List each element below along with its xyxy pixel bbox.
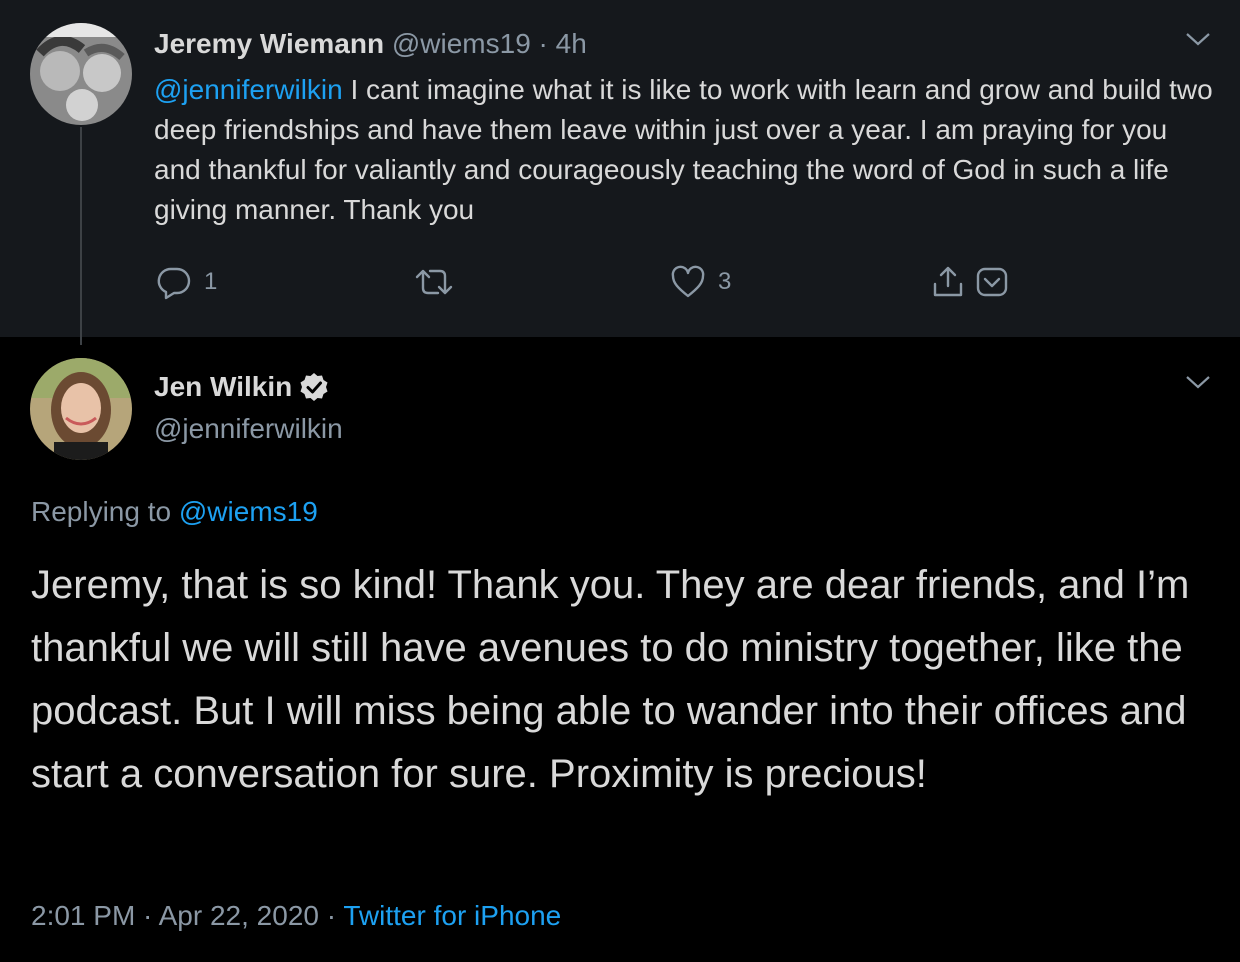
parent-author-name[interactable]: Jeremy Wiemann xyxy=(154,28,384,59)
main-more-chevron[interactable] xyxy=(1184,373,1212,391)
share-icon xyxy=(933,266,963,297)
verified-badge-icon xyxy=(300,373,328,401)
parent-more-chevron[interactable] xyxy=(1184,30,1212,48)
chevron-down-icon xyxy=(1186,376,1210,389)
like-count: 3 xyxy=(718,268,732,295)
bookmark-icon xyxy=(976,267,1008,297)
parent-tweet-text: @jenniferwilkin I cant imagine what it i… xyxy=(154,70,1214,230)
parent-tweet-header: Jeremy Wiemann @wiems19 · 4h xyxy=(154,26,587,62)
parent-tweet-time[interactable]: 4h xyxy=(556,28,587,59)
tweet-meta: 2:01 PM · Apr 22, 2020 · Twitter for iPh… xyxy=(31,898,561,934)
tweet-date[interactable]: Apr 22, 2020 xyxy=(159,900,319,931)
meta-separator: · xyxy=(135,900,159,931)
parent-tweet-actions: 1 3 xyxy=(0,262,1240,302)
replying-prefix: Replying to xyxy=(31,496,179,527)
reply-count: 1 xyxy=(204,268,218,295)
thread-connector-line xyxy=(80,127,82,345)
like-button[interactable]: 3 xyxy=(670,262,731,302)
replying-handle-link[interactable]: @wiems19 xyxy=(179,496,318,527)
main-tweet-text: Jeremy, that is so kind! Thank you. They… xyxy=(31,563,1190,796)
replying-to: Replying to @wiems19 xyxy=(31,494,318,530)
share-button[interactable] xyxy=(930,262,966,302)
like-icon xyxy=(671,265,705,298)
retweet-button[interactable] xyxy=(414,262,454,302)
mention-link[interactable]: @jenniferwilkin xyxy=(154,74,343,105)
header-separator: · xyxy=(538,28,548,59)
tweet-source-link[interactable]: Twitter for iPhone xyxy=(343,900,561,931)
reply-button[interactable]: 1 xyxy=(156,262,217,302)
chevron-down-icon xyxy=(1186,33,1210,46)
avatar-jen-wilkin[interactable] xyxy=(30,358,132,460)
avatar-jeremy-wiemann[interactable] xyxy=(30,23,132,125)
tweet-time[interactable]: 2:01 PM xyxy=(31,900,135,931)
main-author-handle[interactable]: @jenniferwilkin xyxy=(154,411,343,447)
bookmark-button[interactable] xyxy=(974,262,1010,302)
retweet-icon xyxy=(415,269,453,295)
main-author-name[interactable]: Jen Wilkin xyxy=(154,369,292,405)
meta-separator: · xyxy=(318,900,344,931)
reply-icon xyxy=(157,267,191,300)
parent-author-handle[interactable]: @wiems19 xyxy=(392,28,531,59)
main-author-name-row: Jen Wilkin xyxy=(154,369,330,405)
